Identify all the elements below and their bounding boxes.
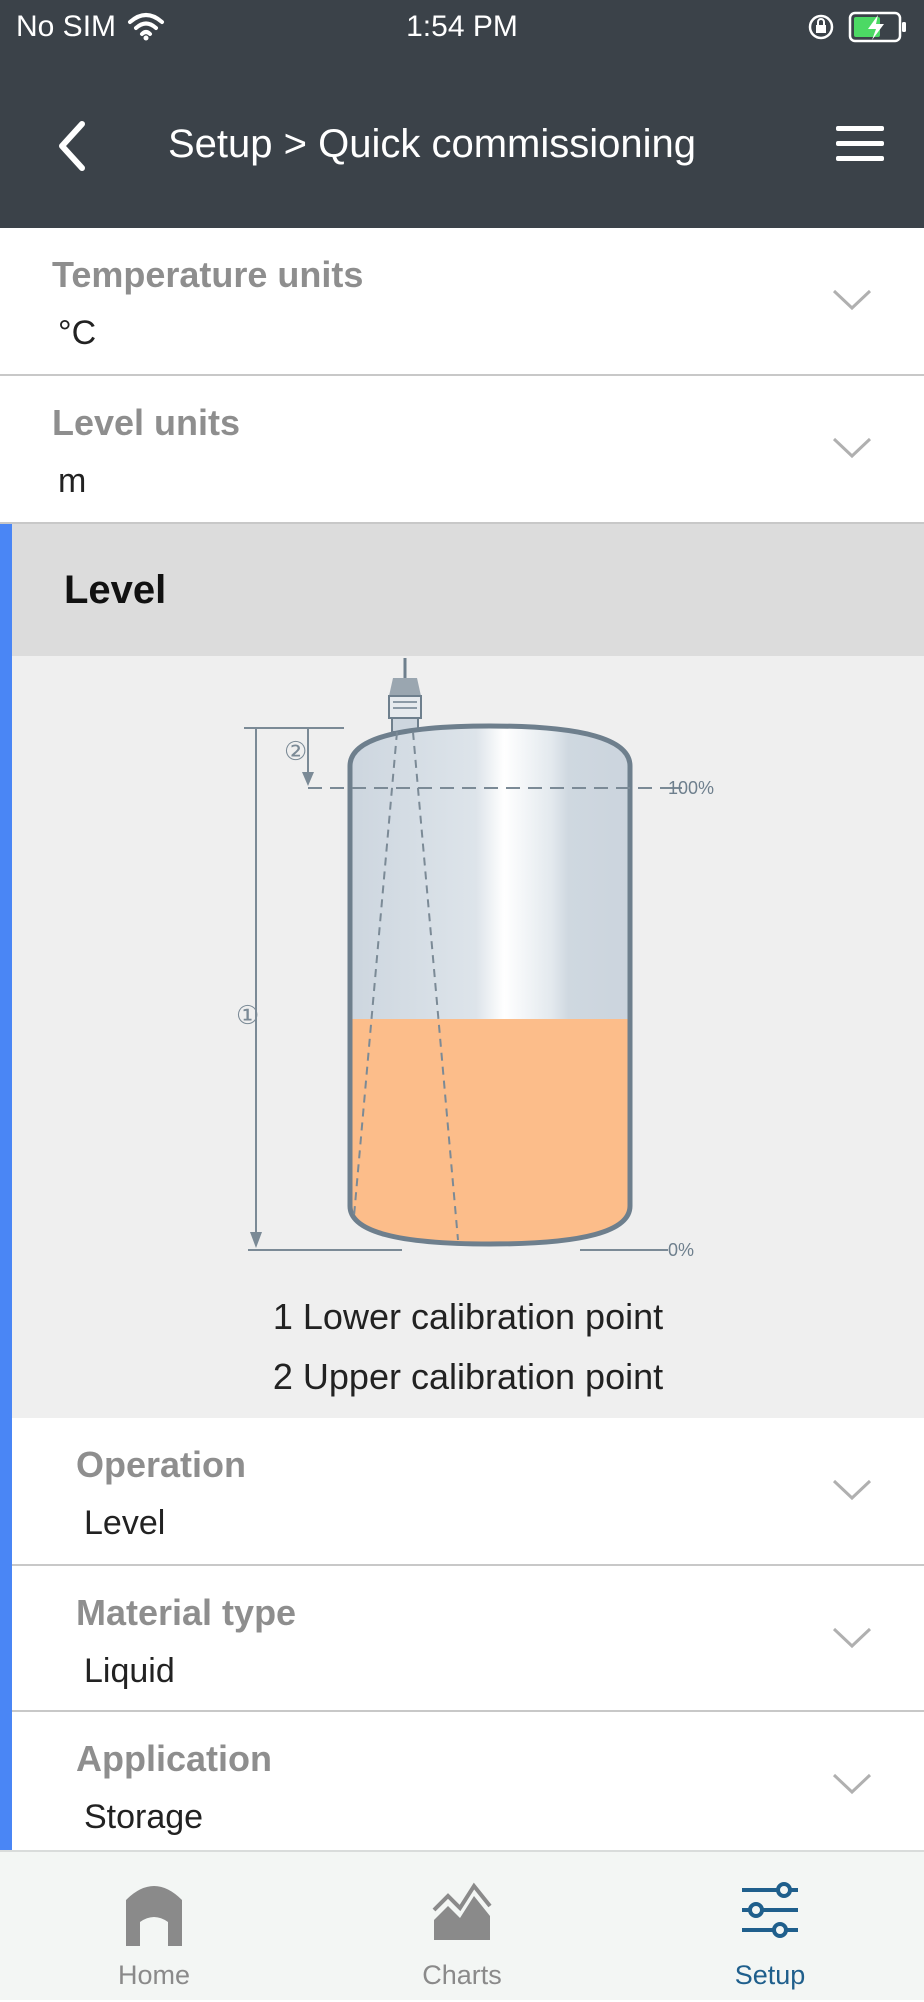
chevron-left-icon[interactable] [48, 116, 100, 176]
level-units-dropdown[interactable]: Level units m [0, 376, 924, 524]
dropdown-label: Level units [52, 402, 241, 443]
dropdown-label: Material type [76, 1592, 297, 1633]
dropdown-value: m [58, 462, 87, 500]
status-time: 1:54 PM [406, 10, 518, 43]
level-section-header: Level [12, 524, 924, 656]
section-title: Level [64, 568, 167, 612]
chevron-down-icon [832, 1627, 872, 1649]
status-right [806, 10, 908, 44]
chevron-down-icon [832, 1773, 872, 1795]
marker-2: ② [284, 737, 307, 767]
dropdown-value: Level [84, 1504, 166, 1542]
liquid-fill [350, 1019, 630, 1244]
legend-item: 2 Upper calibration point [272, 1356, 664, 1397]
chevron-down-icon [832, 1479, 872, 1501]
bottom-level-label: 0% [668, 1240, 694, 1260]
home-icon [126, 1886, 182, 1946]
dropdown-value: Storage [84, 1798, 204, 1836]
material-type-dropdown[interactable]: Material type Liquid [12, 1566, 924, 1712]
tab-label: Setup [734, 1960, 806, 1990]
level-diagram-area: 100% 0% ① ② 1 Lower calibration point 2 … [12, 656, 924, 1418]
tab-setup[interactable]: Setup [660, 1852, 880, 2002]
dropdown-value: Liquid [84, 1652, 175, 1690]
sliders-icon [742, 1882, 798, 1938]
chevron-down-icon [832, 289, 872, 311]
status-bar: No SIM 1:54 PM [0, 0, 924, 60]
page-title: Setup > Quick commissioning [167, 122, 696, 166]
tab-label: Charts [422, 1960, 502, 1990]
tank [347, 723, 633, 1247]
navigation-bar: Setup > Quick commissioning [0, 60, 924, 228]
dropdown-label: Temperature units [52, 254, 364, 295]
hamburger-menu-icon[interactable] [836, 124, 884, 164]
top-level-label: 100% [668, 778, 714, 798]
chevron-down-icon [832, 437, 872, 459]
application-dropdown[interactable]: Application Storage [12, 1712, 924, 1850]
tab-bar: Home Charts Setup [0, 1850, 924, 2000]
radar-sensor [388, 658, 422, 733]
dropdown-label: Application [76, 1738, 272, 1779]
dropdown-label: Operation [76, 1444, 247, 1485]
tab-home[interactable]: Home [44, 1852, 264, 2002]
tab-charts[interactable]: Charts [352, 1852, 572, 2002]
marker-1: ① [236, 1001, 259, 1031]
battery-charging-icon [848, 11, 906, 43]
dropdown-value: °C [58, 314, 97, 352]
legend-item: 1 Lower calibration point [272, 1296, 664, 1337]
section-accent-bar [0, 524, 12, 1850]
chart-icon [432, 1882, 492, 1940]
tab-label: Home [117, 1960, 191, 1990]
temperature-units-dropdown[interactable]: Temperature units °C [0, 228, 924, 376]
orientation-lock-icon [808, 14, 834, 40]
tank-diagram: 100% 0% ① ② [236, 658, 714, 1260]
operation-dropdown[interactable]: Operation Level [12, 1418, 924, 1566]
